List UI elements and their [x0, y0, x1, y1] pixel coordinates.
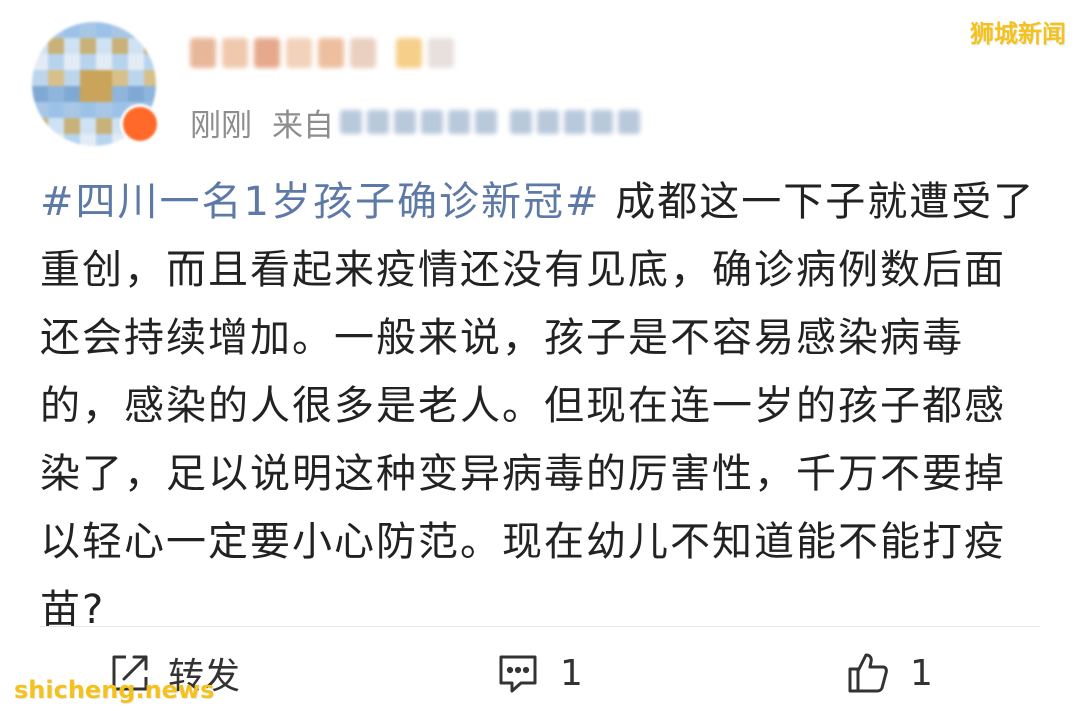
post-meta: 刚刚 来自 — [190, 100, 640, 144]
like-count: 1 — [910, 652, 933, 694]
verified-badge-icon — [120, 104, 160, 144]
username-blurred[interactable] — [190, 38, 454, 74]
like-icon — [846, 651, 890, 695]
source-device-blurred — [340, 110, 640, 134]
post-body: 成都这一下子就遭受了重创，而且看起来疫情还没有见底，确诊病例数后面还会持续增加。… — [40, 179, 1036, 633]
divider — [40, 626, 1040, 627]
comment-button[interactable]: 1 — [496, 648, 583, 698]
comment-icon — [496, 651, 540, 695]
watermark-bottom: shicheng.news — [14, 676, 215, 704]
comment-count: 1 — [560, 652, 583, 694]
source-prefix: 来自 — [272, 107, 334, 144]
watermark-top: 狮城新闻 — [970, 20, 1066, 48]
post-content: #四川一名1岁孩子确诊新冠# 成都这一下子就遭受了重创，而且看起来疫情还没有见底… — [40, 168, 1040, 644]
post-time: 刚刚 — [190, 107, 252, 144]
like-button[interactable]: 1 — [846, 648, 933, 698]
hashtag-link[interactable]: #四川一名1岁孩子确诊新冠# — [40, 179, 600, 225]
